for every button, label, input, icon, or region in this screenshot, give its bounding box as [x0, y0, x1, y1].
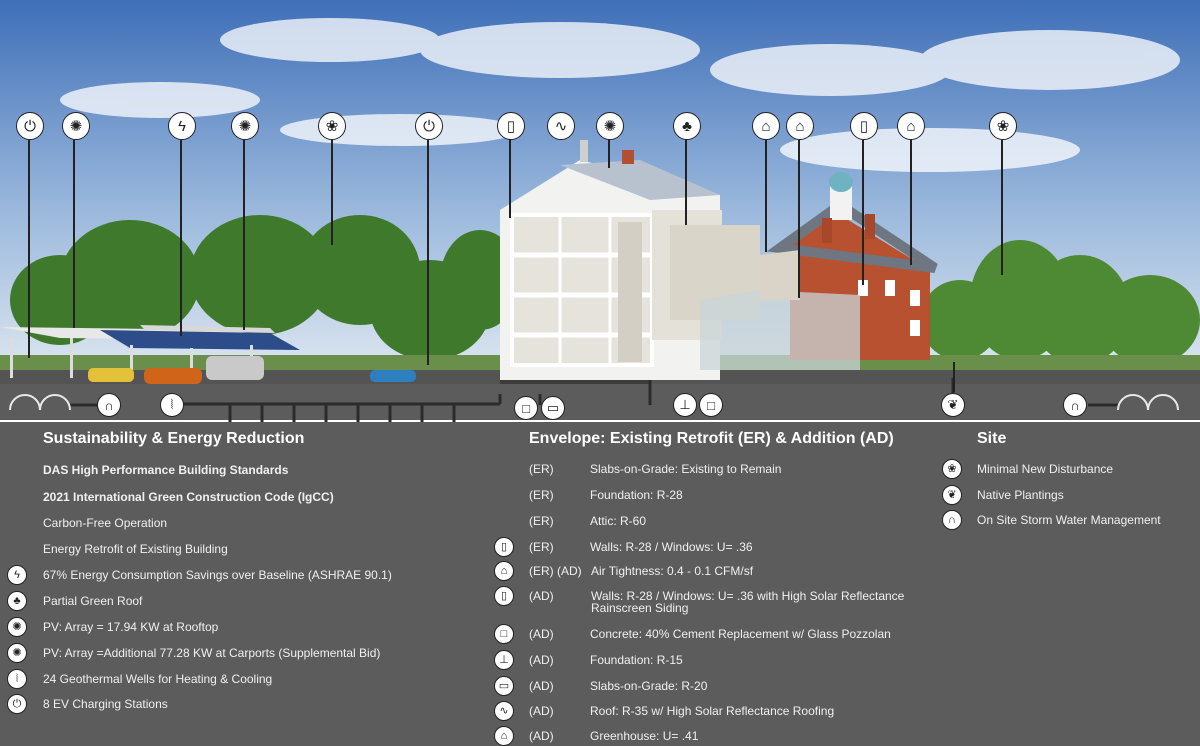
- walls-icon: ▯: [497, 112, 525, 140]
- pv-array-icon: ✺: [596, 112, 624, 140]
- storm-water-icon: ∩: [942, 510, 962, 530]
- native-plantings-icon: ❦: [941, 393, 965, 417]
- building-rendering: ⏻ ✺ ϟ ✺ ❀ ⏻ ▯ ∿ ✺ ♣ ⌂ ⌂ ▯ ⌂ ❀ ∩ ⦚ □ ▭ ⊥ …: [0, 0, 1200, 422]
- greenhouse-icon: ⌂: [786, 112, 814, 140]
- roof-icon: ∿: [547, 112, 575, 140]
- list-item: Minimal New Disturbance: [977, 462, 1114, 476]
- air-tightness-icon: ⌂: [897, 112, 925, 140]
- pv-array-icon: ✺: [7, 617, 27, 637]
- list-item: Slabs-on-Grade: Existing to Remain: [590, 462, 782, 476]
- concrete-icon: □: [514, 396, 538, 420]
- envelope-tag: (AD): [529, 653, 554, 667]
- pv-array-icon: ✺: [231, 112, 259, 140]
- list-item: Air Tightness: 0.4 - 0.1 CFM/sf: [591, 564, 754, 578]
- air-tightness-icon: ⌂: [752, 112, 780, 140]
- list-item: 24 Geothermal Wells for Heating & Coolin…: [43, 672, 273, 686]
- pv-array-icon: ✺: [7, 643, 27, 663]
- envelope-tag: (AD): [529, 729, 554, 743]
- envelope-tag: (ER): [529, 488, 554, 502]
- sustainability-title: Sustainability & Energy Reduction: [43, 430, 305, 447]
- foundation-icon: ⊥: [673, 393, 697, 417]
- slab-icon: ▭: [494, 676, 514, 696]
- envelope-tag: (ER): [529, 514, 554, 528]
- tree-icon: ❀: [942, 459, 962, 479]
- list-item: 8 EV Charging Stations: [43, 697, 168, 711]
- pv-array-icon: ✺: [62, 112, 90, 140]
- green-roof-icon: ♣: [673, 112, 701, 140]
- list-item: Slabs-on-Grade: R-20: [590, 679, 708, 693]
- concrete-icon: □: [699, 393, 723, 417]
- tree-icon: ❀: [989, 112, 1017, 140]
- list-item: Roof: R-35 w/ High Solar Reflectance Roo…: [590, 704, 835, 718]
- ev-charger-icon: ⏻: [415, 112, 443, 140]
- concrete-icon: □: [494, 624, 514, 644]
- energy-savings-icon: ϟ: [168, 112, 196, 140]
- walls-icon: ▯: [494, 586, 514, 606]
- envelope-tag: (ER): [529, 540, 554, 554]
- foundation-icon: ⊥: [494, 650, 514, 670]
- envelope-tag: (AD): [529, 589, 554, 603]
- walls-icon: ▯: [494, 537, 514, 557]
- list-item: Carbon-Free Operation: [43, 516, 168, 530]
- energy-savings-icon: ϟ: [7, 565, 27, 585]
- green-roof-icon: ♣: [7, 591, 27, 611]
- storm-water-icon: ∩: [1063, 393, 1087, 417]
- envelope-tag: (AD): [529, 627, 554, 641]
- list-item: Foundation: R-28: [590, 488, 683, 502]
- list-item-continuation: Rainscreen Siding: [591, 601, 689, 615]
- list-item: Energy Retrofit of Existing Building: [43, 542, 228, 556]
- envelope-tag: (ER) (AD): [529, 564, 582, 578]
- ev-charger-icon: ⏻: [7, 694, 27, 714]
- geothermal-icon: ⦚: [160, 393, 184, 417]
- list-item: PV: Array =Additional 77.28 KW at Carpor…: [43, 646, 381, 660]
- greenhouse-icon: ⌂: [494, 726, 514, 746]
- list-item: 2021 International Green Construction Co…: [43, 490, 334, 504]
- list-item: On Site Storm Water Management: [977, 513, 1161, 527]
- list-item: Walls: R-28 / Windows: U= .36: [590, 540, 753, 554]
- list-item: Greenhouse: U= .41: [590, 729, 699, 743]
- site-title: Site: [977, 430, 1007, 447]
- envelope-tag: (AD): [529, 704, 554, 718]
- slab-icon: ▭: [541, 396, 565, 420]
- list-item: Partial Green Roof: [43, 594, 143, 608]
- envelope-tag: (ER): [529, 462, 554, 476]
- list-item: PV: Array = 17.94 KW at Rooftop: [43, 620, 219, 634]
- list-item: Concrete: 40% Cement Replacement w/ Glas…: [590, 627, 891, 641]
- tree-icon: ❀: [318, 112, 346, 140]
- list-item: Foundation: R-15: [590, 653, 683, 667]
- native-plantings-icon: ❦: [942, 485, 962, 505]
- storm-water-icon: ∩: [97, 393, 121, 417]
- walls-icon: ▯: [850, 112, 878, 140]
- list-item: DAS High Performance Building Standards: [43, 463, 289, 477]
- list-item: Native Plantings: [977, 488, 1064, 502]
- roof-icon: ∿: [494, 701, 514, 721]
- list-item: 67% Energy Consumption Savings over Base…: [43, 568, 392, 582]
- list-item: Attic: R-60: [590, 514, 647, 528]
- geothermal-icon: ⦚: [7, 669, 27, 689]
- air-tightness-icon: ⌂: [494, 561, 514, 581]
- envelope-tag: (AD): [529, 679, 554, 693]
- ev-charger-icon: ⏻: [16, 112, 44, 140]
- envelope-title: Envelope: Existing Retrofit (ER) & Addit…: [529, 430, 894, 447]
